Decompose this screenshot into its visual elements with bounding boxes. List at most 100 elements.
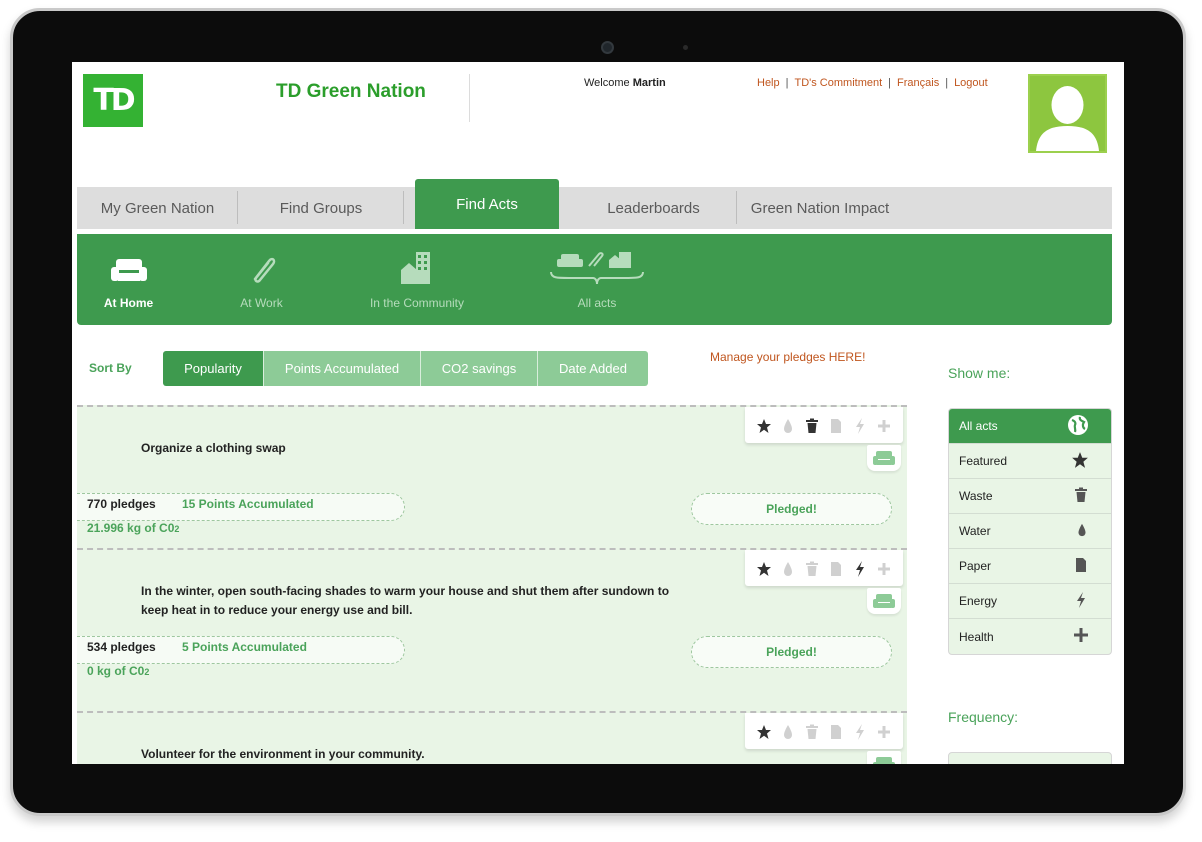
- site-title: TD Green Nation: [276, 81, 426, 102]
- filter-label: Featured: [959, 454, 1008, 468]
- filter-featured[interactable]: Featured: [949, 444, 1111, 479]
- at-home-badge: [867, 751, 901, 764]
- filter-health[interactable]: Health: [949, 619, 1111, 654]
- co2-savings: 21.996 kg of C02: [87, 521, 179, 535]
- camera: [601, 41, 614, 54]
- filter-label: Water: [959, 524, 991, 538]
- link-separator: |: [785, 77, 789, 89]
- header-divider: [469, 74, 470, 122]
- pledged-button[interactable]: Pledged!: [691, 493, 892, 525]
- category-at-work[interactable]: At Work: [224, 246, 299, 310]
- category-label: All acts: [577, 296, 617, 310]
- pledge-count: 770 pledges: [87, 497, 156, 511]
- main-tabs: My Green Nation Find Groups Find Acts Le…: [77, 179, 1112, 229]
- show-me-label: Show me:: [948, 365, 1011, 381]
- act-category-icons: [745, 550, 903, 586]
- tab-my-green-nation[interactable]: My Green Nation: [77, 187, 238, 229]
- tab-leaderboards[interactable]: Leaderboards: [570, 187, 737, 229]
- sort-popularity-button[interactable]: Popularity: [163, 351, 264, 386]
- frequency-label: Frequency:: [948, 709, 1019, 725]
- filter-water[interactable]: Water: [949, 514, 1111, 549]
- tab-green-nation-impact[interactable]: Green Nation Impact: [737, 187, 903, 229]
- star-icon: [756, 561, 772, 577]
- co2-subscript: 2: [174, 524, 180, 534]
- frequency-filter-list: [948, 752, 1112, 764]
- category-label: At Home: [103, 296, 154, 310]
- act-title: Volunteer for the environment in your co…: [141, 747, 425, 761]
- category-label: In the Community: [369, 296, 465, 310]
- lightning-icon: [852, 418, 868, 434]
- plus-icon: [1073, 627, 1089, 646]
- plus-icon: [876, 561, 892, 577]
- act-item: Organize a clothing swap 770 pledges 15 …: [77, 405, 907, 549]
- sort-options: Popularity Points Accumulated CO2 saving…: [163, 351, 648, 386]
- category-all-acts[interactable]: All acts: [547, 246, 647, 310]
- top-links: Help | TD's Commitment | Français | Logo…: [757, 77, 988, 89]
- at-home-badge: [867, 588, 901, 614]
- paper-icon: [828, 724, 844, 740]
- co2-value: 0 kg of C0: [87, 664, 145, 678]
- acts-list: Organize a clothing swap 770 pledges 15 …: [77, 405, 907, 764]
- star-icon: [1071, 451, 1089, 472]
- sofa-icon: [873, 451, 895, 465]
- plus-icon: [876, 724, 892, 740]
- act-title: Organize a clothing swap: [141, 441, 286, 455]
- star-icon: [756, 724, 772, 740]
- user-name: Martin: [632, 77, 666, 89]
- trash-icon: [1073, 486, 1089, 507]
- act-item: In the winter, open south-facing shades …: [77, 548, 907, 692]
- category-at-home[interactable]: At Home: [91, 246, 166, 310]
- tab-find-acts[interactable]: Find Acts: [415, 179, 559, 229]
- plus-icon: [876, 418, 892, 434]
- paper-icon: [1073, 556, 1089, 577]
- act-category-icons: [745, 407, 903, 443]
- paper-icon: [828, 561, 844, 577]
- commitment-link[interactable]: TD's Commitment: [794, 77, 882, 89]
- help-link[interactable]: Help: [757, 77, 780, 89]
- filter-energy[interactable]: Energy: [949, 584, 1111, 619]
- sort-points-button[interactable]: Points Accumulated: [264, 351, 421, 386]
- manage-pledges-link[interactable]: Manage your pledges HERE!: [710, 350, 865, 364]
- category-label: At Work: [240, 296, 283, 310]
- sort-by-label: Sort By: [89, 361, 132, 375]
- water-drop-icon: [780, 724, 796, 740]
- sensor: [683, 45, 688, 50]
- pledged-button[interactable]: Pledged!: [691, 636, 892, 668]
- paper-icon: [828, 418, 844, 434]
- sofa-icon: [873, 594, 895, 608]
- pledge-count: 534 pledges: [87, 640, 156, 654]
- all-acts-icon: [547, 246, 647, 286]
- filter-waste[interactable]: Waste: [949, 479, 1111, 514]
- user-silhouette-icon: [1036, 86, 1099, 151]
- act-title: In the winter, open south-facing shades …: [141, 584, 670, 617]
- link-separator: |: [945, 77, 949, 89]
- sort-date-added-button[interactable]: Date Added: [538, 351, 648, 386]
- tab-find-groups[interactable]: Find Groups: [238, 187, 404, 229]
- link-separator: |: [888, 77, 892, 89]
- welcome-message: Welcome Martin: [584, 77, 666, 89]
- category-bar: At Home At Work In the Community All act…: [77, 234, 1112, 325]
- globe-icon: [1067, 414, 1089, 439]
- lightning-icon: [1073, 590, 1089, 613]
- paperclip-icon: [224, 246, 299, 286]
- welcome-prefix: Welcome: [584, 77, 630, 89]
- points-accumulated: 15 Points Accumulated: [182, 497, 314, 511]
- filter-label: Waste: [959, 489, 993, 503]
- water-drop-icon: [780, 418, 796, 434]
- lightning-icon: [852, 724, 868, 740]
- td-logo[interactable]: TD: [83, 74, 143, 127]
- logout-link[interactable]: Logout: [954, 77, 988, 89]
- language-link[interactable]: Français: [897, 77, 939, 89]
- points-accumulated: 5 Points Accumulated: [182, 640, 307, 654]
- filter-all-acts[interactable]: All acts: [949, 409, 1111, 444]
- filter-paper[interactable]: Paper: [949, 549, 1111, 584]
- avatar[interactable]: [1028, 74, 1107, 153]
- trash-icon: [804, 418, 820, 434]
- trash-icon: [804, 724, 820, 740]
- filter-list: All acts Featured Waste Water Paper Ener…: [948, 408, 1112, 655]
- sort-co2-button[interactable]: CO2 savings: [421, 351, 538, 386]
- buildings-icon: [357, 246, 477, 286]
- act-category-icons: [745, 713, 903, 749]
- category-in-the-community[interactable]: In the Community: [357, 246, 477, 310]
- co2-subscript: 2: [144, 667, 150, 677]
